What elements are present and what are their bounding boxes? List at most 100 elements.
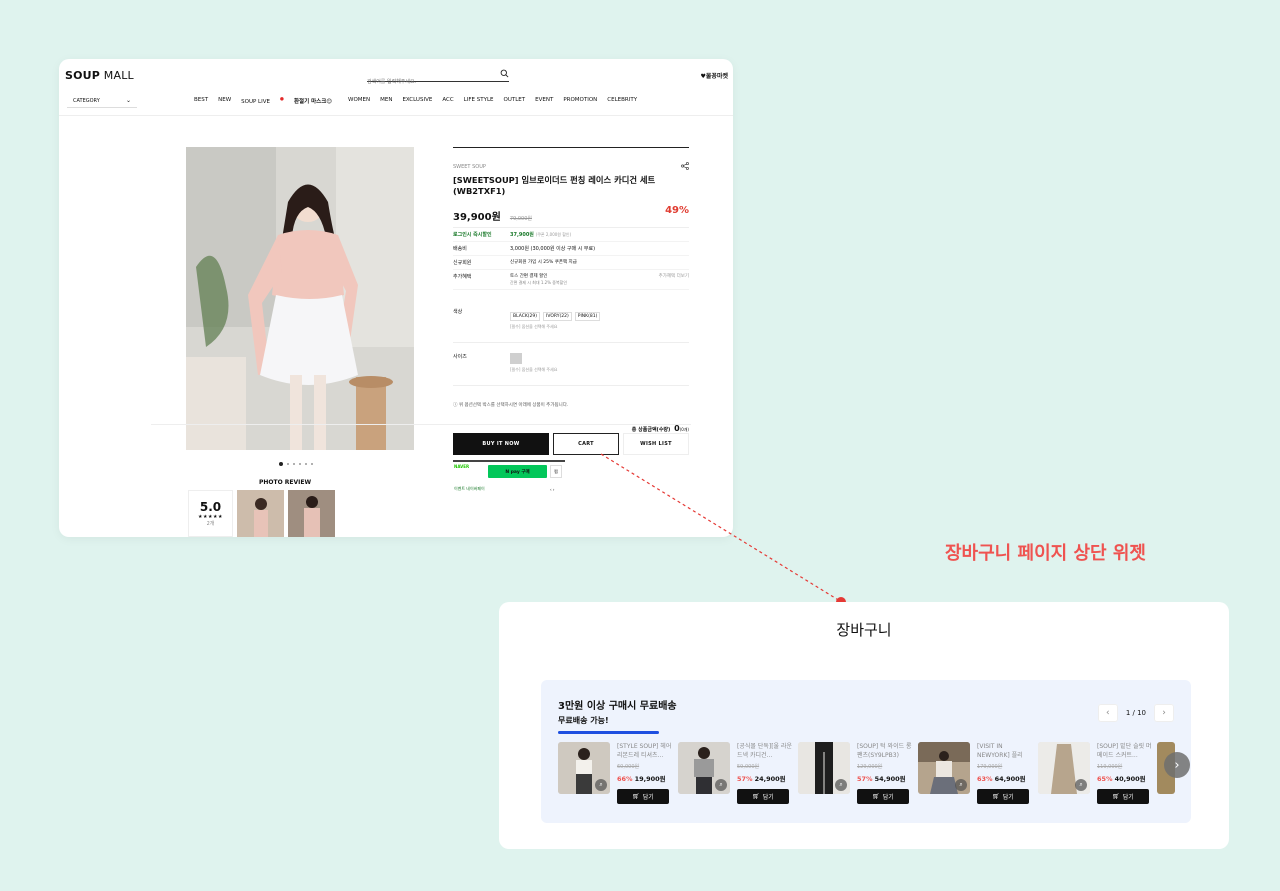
nav-item-exclusive[interactable]: EXCLUSIVE — [402, 97, 432, 105]
nav-item-best[interactable]: BEST — [194, 97, 208, 105]
product-price: 57% 24,900원 — [737, 775, 786, 783]
color-option: 색상 BLACK(29) IVORY(22) PINK(81) [필수] 옵션을… — [453, 308, 689, 330]
add-to-cart-button[interactable]: 🛒︎ 담기 — [977, 789, 1029, 804]
top-right-link[interactable]: ♥물꽁마켓 — [701, 71, 728, 80]
naver-pay-widget: NAVER N pay 구매 찜 이벤트 네이버페이 ‹ › — [453, 460, 565, 492]
photo-review-title: PHOTO REVIEW — [259, 479, 312, 486]
product-photo[interactable] — [186, 147, 414, 450]
sale-price: 39,900원 — [453, 212, 501, 223]
nav-item-life-style[interactable]: LIFE STYLE — [464, 97, 494, 105]
product-info: SWEET SOUP [SWEETSOUP] 임브로이더드 펀칭 레이스 카디건… — [453, 147, 689, 433]
soup-mall-logo[interactable]: SOUP MALL — [65, 69, 134, 82]
gallery-dots[interactable] — [279, 462, 313, 466]
product-name[interactable]: [STYLE SOUP] 헤어 리본드레 티셔츠... — [617, 742, 672, 760]
wish-list-button[interactable]: WISH LIST — [623, 433, 689, 455]
category-dropdown[interactable]: CATEGORY ⌄ — [67, 94, 137, 108]
cart-button[interactable]: CART — [553, 433, 619, 455]
color-chip-black[interactable]: BLACK(29) — [510, 312, 541, 321]
nav-item-men[interactable]: MEN — [380, 97, 392, 105]
chevron-down-icon: ⌄ — [125, 97, 131, 104]
product-original-price: 60,000원 — [617, 764, 640, 770]
zoom-icon[interactable]: ⌕ — [835, 779, 847, 791]
search-bar — [367, 68, 509, 89]
nav-item-outlet[interactable]: OUTLET — [504, 97, 526, 105]
product-card[interactable]: ⌕ [VISIT IN NEWYORK] 플리츠... 179,000원 63%… — [918, 742, 1038, 806]
zoom-icon[interactable]: ⌕ — [955, 779, 967, 791]
nav-item-promotion[interactable]: PROMOTION — [563, 97, 597, 105]
product-name[interactable]: [SOUP] 턱 와이드 롱 팬츠(SY9LPB3) — [857, 742, 912, 760]
add-to-cart-button[interactable]: 🛒︎ 담기 — [737, 789, 789, 804]
price-row: 39,900원 79,000원 49% — [453, 205, 689, 223]
review-thumbnail[interactable] — [288, 490, 335, 537]
zoom-icon[interactable]: ⌕ — [715, 779, 727, 791]
widget-title: 3만원 이상 구매시 무료배송 — [558, 701, 677, 712]
spec-row: 로그인시 즉시할인 37,900원 (쿠폰 2,000원 할인) — [453, 228, 689, 242]
page-title: 장바구니 — [836, 621, 892, 639]
chevron-icon[interactable]: ‹ › — [550, 487, 554, 492]
chevron-right-icon: › — [1174, 757, 1180, 773]
product-name[interactable]: [VISIT IN NEWYORK] 플리츠... — [977, 742, 1032, 760]
search-icon[interactable] — [500, 69, 509, 78]
naver-logo: NAVER — [454, 464, 470, 469]
product-image[interactable]: ⌕ — [918, 742, 970, 794]
free-shipping-widget: 3만원 이상 구매시 무료배송 무료배송 가능! ‹ 1 / 10 › ⌕ [S… — [541, 680, 1191, 823]
live-dot-icon: ● — [279, 97, 284, 102]
chevron-right-icon: › — [1162, 708, 1166, 718]
nav-item-women[interactable]: WOMEN — [348, 97, 370, 105]
brand-name[interactable]: SWEET SOUP — [453, 164, 689, 170]
add-to-cart-button[interactable]: 🛒︎ 담기 — [617, 789, 669, 804]
carousel-next-button[interactable]: › — [1164, 752, 1190, 778]
product-original-price: 179,000원 — [977, 764, 1003, 770]
nav-item-celebrity[interactable]: CELEBRITY — [607, 97, 637, 105]
product-name[interactable]: [SOUP] 밑단 슬릿 머메이드 스커트... — [1097, 742, 1152, 760]
product-price: 57% 54,900원 — [857, 775, 906, 783]
product-original-price: 129,000원 — [857, 764, 883, 770]
product-name[interactable]: [공식몰 단독][울 라운드넥 카디건... — [737, 742, 792, 760]
cart-icon: 🛒︎ — [992, 793, 1000, 800]
nav-item-event[interactable]: EVENT — [535, 97, 553, 105]
color-chip-pink[interactable]: PINK(81) — [574, 312, 601, 321]
main-nav: BEST NEW SOUP LIVE ● 환절기 마스크😊 WOMEN MEN E… — [194, 97, 647, 105]
next-page-button[interactable]: › — [1154, 704, 1174, 722]
naver-pay-button[interactable]: N pay 구매 — [488, 465, 547, 478]
spec-row: 배송비 3,000원 (30,000원 이상 구매 시 무료) — [453, 242, 689, 256]
search-input[interactable] — [367, 75, 491, 89]
cart-icon: 🛒︎ — [1112, 793, 1120, 800]
zoom-icon[interactable]: ⌕ — [1075, 779, 1087, 791]
add-to-cart-button[interactable]: 🛒︎ 담기 — [857, 789, 909, 804]
naver-pay-event-link[interactable]: 이벤트 네이버페이 — [454, 486, 485, 492]
product-card[interactable]: ⌕ [SOUP] 턱 와이드 롱 팬츠(SY9LPB3) 129,000원 57… — [798, 742, 918, 806]
progress-fill — [558, 731, 659, 734]
nav-item-new[interactable]: NEW — [218, 97, 231, 105]
nav-item-soup-live[interactable]: SOUP LIVE ● — [241, 97, 284, 105]
product-page-screenshot: SOUP MALL ♥물꽁마켓 CATEGORY ⌄ BEST NEW SOUP… — [59, 59, 733, 537]
product-card[interactable]: ⌕ [STYLE SOUP] 헤어 리본드레 티셔츠... 60,000원 66… — [558, 742, 678, 806]
nav-item-acc[interactable]: ACC — [442, 97, 453, 105]
product-card[interactable]: ⌕ [공식몰 단독][울 라운드넥 카디건... 59,000원 57% 24,9… — [678, 742, 798, 806]
prev-page-button[interactable]: ‹ — [1097, 704, 1118, 722]
more-benefits-link[interactable]: 추가혜택 더보기 — [659, 273, 689, 279]
buy-now-button[interactable]: BUY IT NOW — [453, 433, 549, 455]
nav-item-mask[interactable]: 환절기 마스크😊 — [294, 97, 332, 105]
total-price: 총 상품금액(수량) 0(0개) — [631, 424, 689, 433]
share-icon[interactable] — [681, 162, 689, 170]
annotation-headline: 장바구니 페이지 상단 위젯 — [945, 543, 1146, 564]
recommended-products: ⌕ [STYLE SOUP] 헤어 리본드레 티셔츠... 60,000원 66… — [558, 742, 1158, 806]
naver-wish-button[interactable]: 찜 — [550, 465, 562, 478]
discount-rate: 49% — [665, 205, 689, 216]
review-score-box: 5.0 ★★★★★ 2개 — [188, 490, 233, 537]
product-image[interactable]: ⌕ — [558, 742, 610, 794]
add-to-cart-button[interactable]: 🛒︎ 담기 — [1097, 789, 1149, 804]
product-image[interactable]: ⌕ — [678, 742, 730, 794]
product-price: 65% 40,900원 — [1097, 775, 1146, 783]
product-card[interactable]: ⌕ [SOUP] 밑단 슬릿 머메이드 스커트... 119,000원 65% 4… — [1038, 742, 1158, 806]
color-chip-ivory[interactable]: IVORY(22) — [543, 312, 572, 321]
product-price: 66% 19,900원 — [617, 775, 666, 783]
zoom-icon[interactable]: ⌕ — [595, 779, 607, 791]
product-image[interactable]: ⌕ — [798, 742, 850, 794]
product-original-price: 59,000원 — [737, 764, 760, 770]
size-chip[interactable] — [510, 353, 522, 364]
review-score: 5.0 — [199, 500, 222, 514]
review-thumbnail[interactable] — [237, 490, 284, 537]
product-image[interactable]: ⌕ — [1038, 742, 1090, 794]
